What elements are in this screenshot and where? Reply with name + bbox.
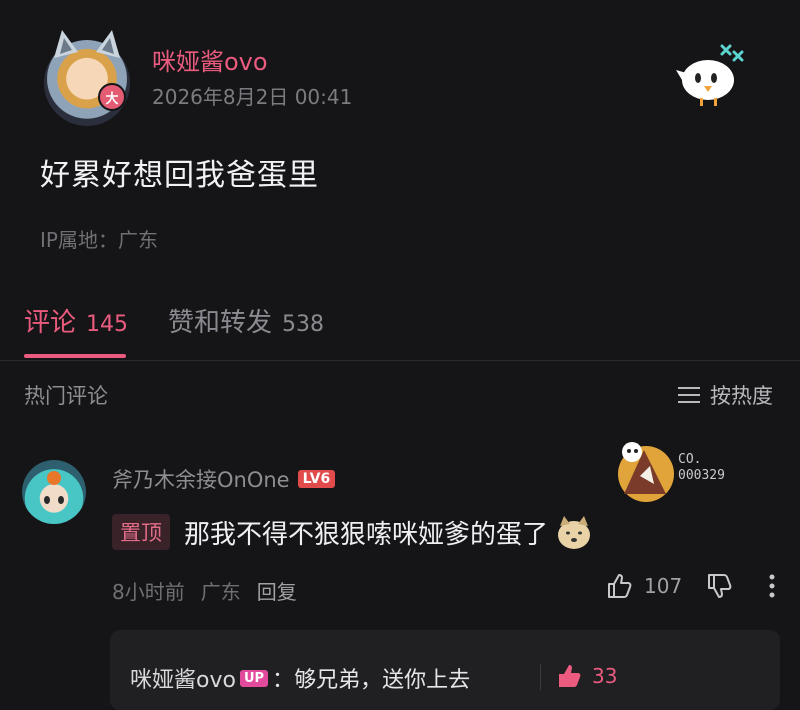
doge-emoji-icon xyxy=(558,515,591,549)
thumbs-up-filled-icon xyxy=(559,665,581,687)
reply-like-button[interactable]: 33 xyxy=(556,662,617,690)
commenter-name[interactable]: 斧乃木余接OnOne xyxy=(112,464,290,494)
more-options-icon[interactable] xyxy=(762,572,782,600)
cat-ears-icon xyxy=(54,30,120,58)
comment-content-row: 那我不得不狠狠嗦咪娅爹的蛋了 xyxy=(184,514,592,551)
tab-comments-count: 145 xyxy=(86,312,129,337)
tab-likes-shares[interactable]: 赞和转发 538 xyxy=(168,302,324,339)
commenter-info[interactable]: 斧乃木余接OnOne LV6 xyxy=(112,464,336,494)
ip-location: IP属地：广东 xyxy=(40,228,158,252)
menu-lines-icon xyxy=(678,387,700,403)
author-level-badge: 大 xyxy=(98,83,126,111)
comment-meta: 8小时前 广东 回复 xyxy=(112,576,297,605)
comment-time: 8小时前 xyxy=(112,580,185,604)
like-button[interactable]: 107 xyxy=(606,572,682,600)
thumbs-down-icon[interactable] xyxy=(706,572,734,600)
reply-author[interactable]: 咪娅酱ovo xyxy=(130,662,236,694)
bird-mascot-icon[interactable] xyxy=(676,40,746,110)
hot-comments-title: 热门评论 xyxy=(24,384,108,408)
tab-likes-label: 赞和转发 xyxy=(168,308,273,338)
tab-likes-count: 538 xyxy=(282,312,325,337)
sort-button[interactable]: 按热度 xyxy=(678,380,773,410)
tab-comments-label: 评论 xyxy=(24,308,77,338)
fan-decoration-icon xyxy=(618,442,674,502)
commenter-level-badge: LV6 xyxy=(297,470,336,488)
sort-label: 按热度 xyxy=(710,384,773,408)
reply-like-count: 33 xyxy=(592,664,618,688)
avatar-face-icon xyxy=(44,471,64,504)
post-content: 好累好想回我爸蛋里 xyxy=(40,158,319,193)
active-tab-indicator xyxy=(24,354,126,358)
tabs-divider xyxy=(0,360,800,361)
up-badge: UP xyxy=(239,669,269,687)
comment-location: 广东 xyxy=(200,580,241,604)
fan-decoration-number: CO. 000329 xyxy=(678,452,725,483)
reply-divider xyxy=(540,664,541,690)
reply-text: 够兄弟，送你上去 xyxy=(294,668,471,693)
commenter-avatar[interactable] xyxy=(22,460,86,524)
like-count: 107 xyxy=(644,574,683,598)
reply-separator: ： xyxy=(272,668,295,693)
reply-button[interactable]: 回复 xyxy=(257,576,297,605)
pinned-badge: 置顶 xyxy=(112,514,170,550)
tab-comments[interactable]: 评论 145 xyxy=(24,302,128,339)
post-timestamp: 2026年8月2日 00:41 xyxy=(152,85,353,109)
reply-item[interactable]: 咪娅酱ovo UP ： 够兄弟，送你上去 xyxy=(130,662,470,694)
comment-text: 那我不得不狠狠嗦咪娅爹的蛋了 xyxy=(184,520,549,550)
author-name[interactable]: 咪娅酱ovo xyxy=(152,42,268,77)
thumbs-up-icon xyxy=(608,574,632,598)
